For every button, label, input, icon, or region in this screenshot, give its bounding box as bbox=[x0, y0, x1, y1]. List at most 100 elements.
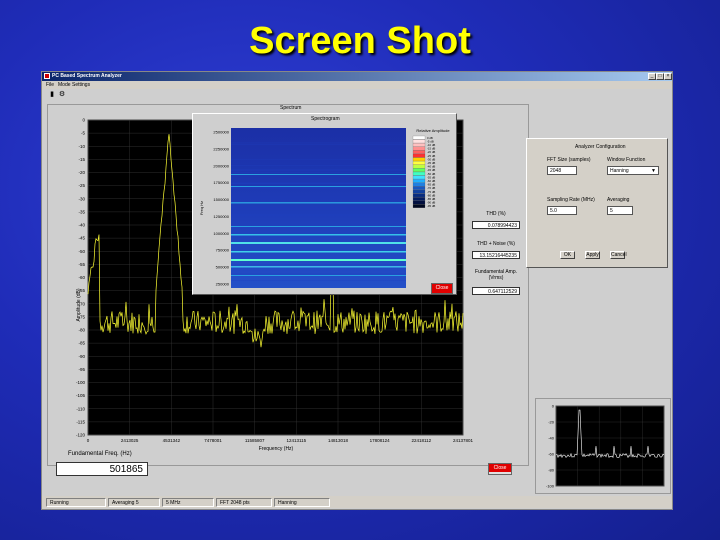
status-window: Hanning bbox=[274, 498, 330, 507]
spectrogram-legend-swatch bbox=[413, 204, 425, 207]
spectrum-x-tick: 11585807 bbox=[245, 438, 265, 443]
spectrogram-legend-swatch bbox=[413, 176, 425, 179]
spectrum-y-tick: -55 bbox=[78, 262, 85, 267]
spectrum-x-tick: 22418112 bbox=[411, 438, 431, 443]
spectrogram-band bbox=[231, 266, 406, 268]
spectrum-y-tick: 0 bbox=[82, 118, 85, 123]
spectrogram-legend-swatch bbox=[413, 190, 425, 193]
averaging-input[interactable]: 5 bbox=[607, 206, 633, 215]
thd-value: 0.078994423 bbox=[472, 221, 520, 229]
spectrum-x-ticks: 0 2413025 4531342 7478001 11585807 12413115 14… bbox=[87, 438, 474, 443]
spectrum-y-tick: -35 bbox=[78, 209, 85, 214]
spectrogram-band bbox=[231, 242, 406, 244]
app-icon bbox=[44, 73, 50, 79]
spectrum-y-tick: -80 bbox=[78, 328, 85, 333]
fund-amp-label: Fundamental Amp. (Vrms) bbox=[468, 269, 524, 281]
spectrogram-legend-swatch bbox=[413, 183, 425, 186]
spectrogram-legend-swatch bbox=[413, 201, 425, 204]
spectrogram-close-button[interactable]: Close bbox=[431, 283, 453, 294]
spectrum-y-tick: -90 bbox=[78, 354, 85, 359]
spectrogram-band bbox=[231, 259, 406, 261]
fundamental-freq-label: Fundamental Freq. (Hz) bbox=[68, 451, 132, 457]
spectrum-y-axis-label: Amplitude (dB) bbox=[76, 288, 82, 321]
spectrogram-svg[interactable]: 2500000 2250000 2000000 1750000 1500000 12500… bbox=[193, 114, 458, 296]
spectrum-close-label: Close bbox=[489, 464, 511, 472]
spectrogram-y-tick: 2000000 bbox=[213, 163, 229, 168]
mini-y-tick: -100 bbox=[546, 484, 555, 489]
spectrogram-legend-swatch bbox=[413, 172, 425, 175]
spectrogram-y-tick: 250000 bbox=[216, 282, 230, 287]
spectrum-y-tick: -100 bbox=[76, 380, 86, 385]
spectrogram-y-tick: 1500000 bbox=[213, 197, 229, 202]
spectrogram-legend-swatch bbox=[413, 197, 425, 200]
status-averaging: Averaging 5 bbox=[108, 498, 160, 507]
spectrum-y-tick: -40 bbox=[78, 223, 85, 228]
status-sample-rate: 5 MHz bbox=[162, 498, 214, 507]
chevron-down-icon: ▼ bbox=[651, 167, 656, 176]
mini-y-ticks: 0 -20 -40 -60 -80 -100 bbox=[546, 404, 555, 489]
spectrum-x-tick: 4531342 bbox=[163, 438, 181, 443]
ok-button[interactable]: OK bbox=[560, 251, 575, 259]
run-icon[interactable]: ▮ bbox=[48, 91, 56, 99]
spectrogram-image bbox=[231, 128, 406, 288]
spectrogram-legend-swatch bbox=[413, 179, 425, 182]
close-window-button[interactable]: × bbox=[664, 73, 672, 80]
maximize-button[interactable]: □ bbox=[656, 73, 664, 80]
menu-settings[interactable]: Settings bbox=[72, 82, 90, 88]
spectrogram-legend-swatch bbox=[413, 186, 425, 189]
spectrogram-band bbox=[231, 234, 406, 236]
menu-file[interactable]: File bbox=[46, 82, 54, 88]
spectrum-y-tick: -10 bbox=[78, 144, 85, 149]
slide-title: Screen Shot bbox=[0, 20, 720, 63]
spectrum-x-tick: 0 bbox=[87, 438, 90, 443]
spectrum-y-ticks: 0-5-10-15-20-25-30-35-40-45-50-55-60-65-… bbox=[76, 118, 86, 438]
spectrum-x-tick: 24137801 bbox=[453, 438, 474, 443]
sampling-rate-label: Sampling Rate (MHz) bbox=[547, 197, 595, 203]
settings-icon[interactable]: ⚙ bbox=[58, 91, 66, 99]
spectrum-y-tick: -60 bbox=[78, 275, 85, 280]
cancel-button[interactable]: Cancel bbox=[610, 251, 625, 259]
spectrogram-y-tick: 750000 bbox=[216, 248, 230, 253]
mini-y-tick: -60 bbox=[548, 452, 555, 457]
spectrum-y-tick: -5 bbox=[81, 131, 85, 136]
spectrogram-legend-swatch bbox=[413, 161, 425, 164]
spectrum-x-tick: 17808124 bbox=[370, 438, 391, 443]
menu-bar: File Mode Settings bbox=[42, 81, 672, 89]
spectrogram-y-tick: 500000 bbox=[216, 265, 230, 270]
spectrum-close-button[interactable]: Close bbox=[488, 463, 512, 475]
averaging-label: Averaging bbox=[607, 197, 629, 203]
spectrogram-y-tick: 2500000 bbox=[213, 130, 229, 135]
fund-amp-value: 0.647112529 bbox=[472, 287, 520, 295]
spectrogram-legend-swatch bbox=[413, 165, 425, 168]
spectrum-x-tick: 7478001 bbox=[204, 438, 222, 443]
window-function-select[interactable]: Hanning ▼ bbox=[607, 166, 659, 175]
status-bar: Running Averaging 5 5 MHz FFT 2048 pts H… bbox=[42, 496, 672, 508]
mini-y-tick: -20 bbox=[548, 420, 555, 425]
spectrogram-band bbox=[231, 275, 406, 276]
spectrogram-window: Spectrogram 2500000 2250000 2000000 1750000… bbox=[192, 113, 457, 295]
thdn-label: THD + Noise (%) bbox=[468, 241, 524, 247]
status-fft-size: FFT 2048 pts bbox=[216, 498, 272, 507]
window-titlebar[interactable]: PC Based Spectrum Analyzer _ □ × bbox=[42, 72, 672, 81]
spectrogram-band bbox=[231, 174, 406, 175]
spectrogram-band bbox=[231, 226, 406, 227]
spectrogram-legend-swatch bbox=[413, 136, 425, 139]
mini-y-tick: 0 bbox=[552, 404, 555, 409]
spectrogram-band bbox=[231, 186, 406, 187]
spectrogram-legend-label: -95 dB bbox=[427, 204, 435, 208]
spectrogram-close-label: Close bbox=[432, 284, 452, 293]
spectrum-y-tick: -30 bbox=[78, 196, 85, 201]
apply-button[interactable]: Apply bbox=[585, 251, 600, 259]
window-title: PC Based Spectrum Analyzer bbox=[52, 73, 122, 79]
spectrum-x-tick: 2413025 bbox=[121, 438, 139, 443]
minimize-button[interactable]: _ bbox=[648, 73, 656, 80]
spectrogram-legend-swatch bbox=[413, 154, 425, 157]
fft-size-input[interactable]: 2048 bbox=[547, 166, 577, 175]
spectrogram-y-ticks: 2500000 2250000 2000000 1750000 1500000 12500… bbox=[213, 130, 229, 287]
mini-y-tick: -40 bbox=[548, 436, 555, 441]
spectrum-x-tick: 14813018 bbox=[328, 438, 349, 443]
menu-mode[interactable]: Mode bbox=[58, 82, 71, 88]
sampling-rate-input[interactable]: 5.0 bbox=[547, 206, 577, 215]
mini-spectrum-plot[interactable]: 0 -20 -40 -60 -80 -100 bbox=[536, 399, 670, 493]
config-title: Analyzer Configuration bbox=[575, 144, 626, 150]
